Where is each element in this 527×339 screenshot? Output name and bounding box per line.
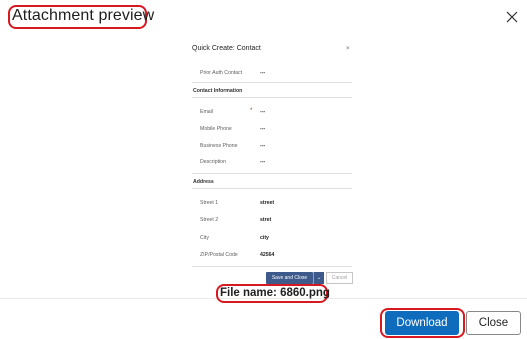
field-business-phone: Business Phone --- [200, 143, 350, 153]
field-label: City [200, 235, 209, 241]
required-marker: * [250, 108, 253, 114]
section-address: Address [193, 179, 214, 185]
download-button[interactable]: Download [385, 311, 459, 335]
chevron-down-icon: ⌄ [313, 272, 324, 284]
field-value: --- [260, 70, 266, 76]
divider [192, 82, 352, 83]
file-name: File name: 6860.png [220, 287, 330, 299]
field-label: Description [200, 159, 226, 165]
section-contact-information: Contact Information [193, 88, 243, 94]
field-city: City city [200, 235, 350, 245]
field-label: Prior Auth Contact [200, 70, 243, 76]
field-label: Street 1 [200, 200, 219, 206]
divider [192, 173, 352, 174]
field-prior-auth: Prior Auth Contact --- [200, 70, 350, 80]
field-label: Business Phone [200, 143, 238, 149]
field-value: 42564 [260, 252, 275, 258]
field-label: Mobile Phone [200, 126, 232, 132]
image-preview: Quick Create: Contact × Prior Auth Conta… [186, 36, 356, 288]
field-email: Email * --- [200, 108, 350, 119]
field-street-2: Street 2 stret [200, 217, 350, 227]
field-label: ZIP/Postal Code [200, 252, 238, 258]
field-description: Description --- [200, 159, 350, 169]
quick-create-close-icon: × [346, 46, 350, 52]
field-mobile-phone: Mobile Phone --- [200, 126, 350, 136]
quick-create-title: Quick Create: Contact [192, 45, 261, 52]
save-and-close-button: Save and Close [266, 272, 313, 284]
field-value: --- [260, 143, 266, 149]
field-value: --- [260, 159, 266, 165]
field-label: Email [200, 109, 213, 115]
divider [192, 97, 352, 98]
close-button[interactable]: Close [466, 311, 521, 335]
field-street-1: Street 1 street [200, 200, 350, 210]
field-value: stret [260, 217, 272, 223]
field-value: --- [260, 126, 266, 132]
field-label: Street 2 [200, 217, 219, 223]
field-value: street [260, 200, 275, 206]
field-value: --- [260, 109, 266, 115]
dialog-title: Attachment preview [12, 7, 155, 24]
field-zip-postal-code: ZIP/Postal Code 42564 [200, 252, 350, 262]
field-value: city [260, 235, 269, 241]
divider [192, 266, 352, 267]
cancel-button: Cancel [326, 272, 353, 284]
attachment-preview-dialog: Attachment preview Quick Create: Contact… [0, 0, 527, 339]
close-icon[interactable] [505, 10, 519, 24]
divider [192, 188, 352, 189]
